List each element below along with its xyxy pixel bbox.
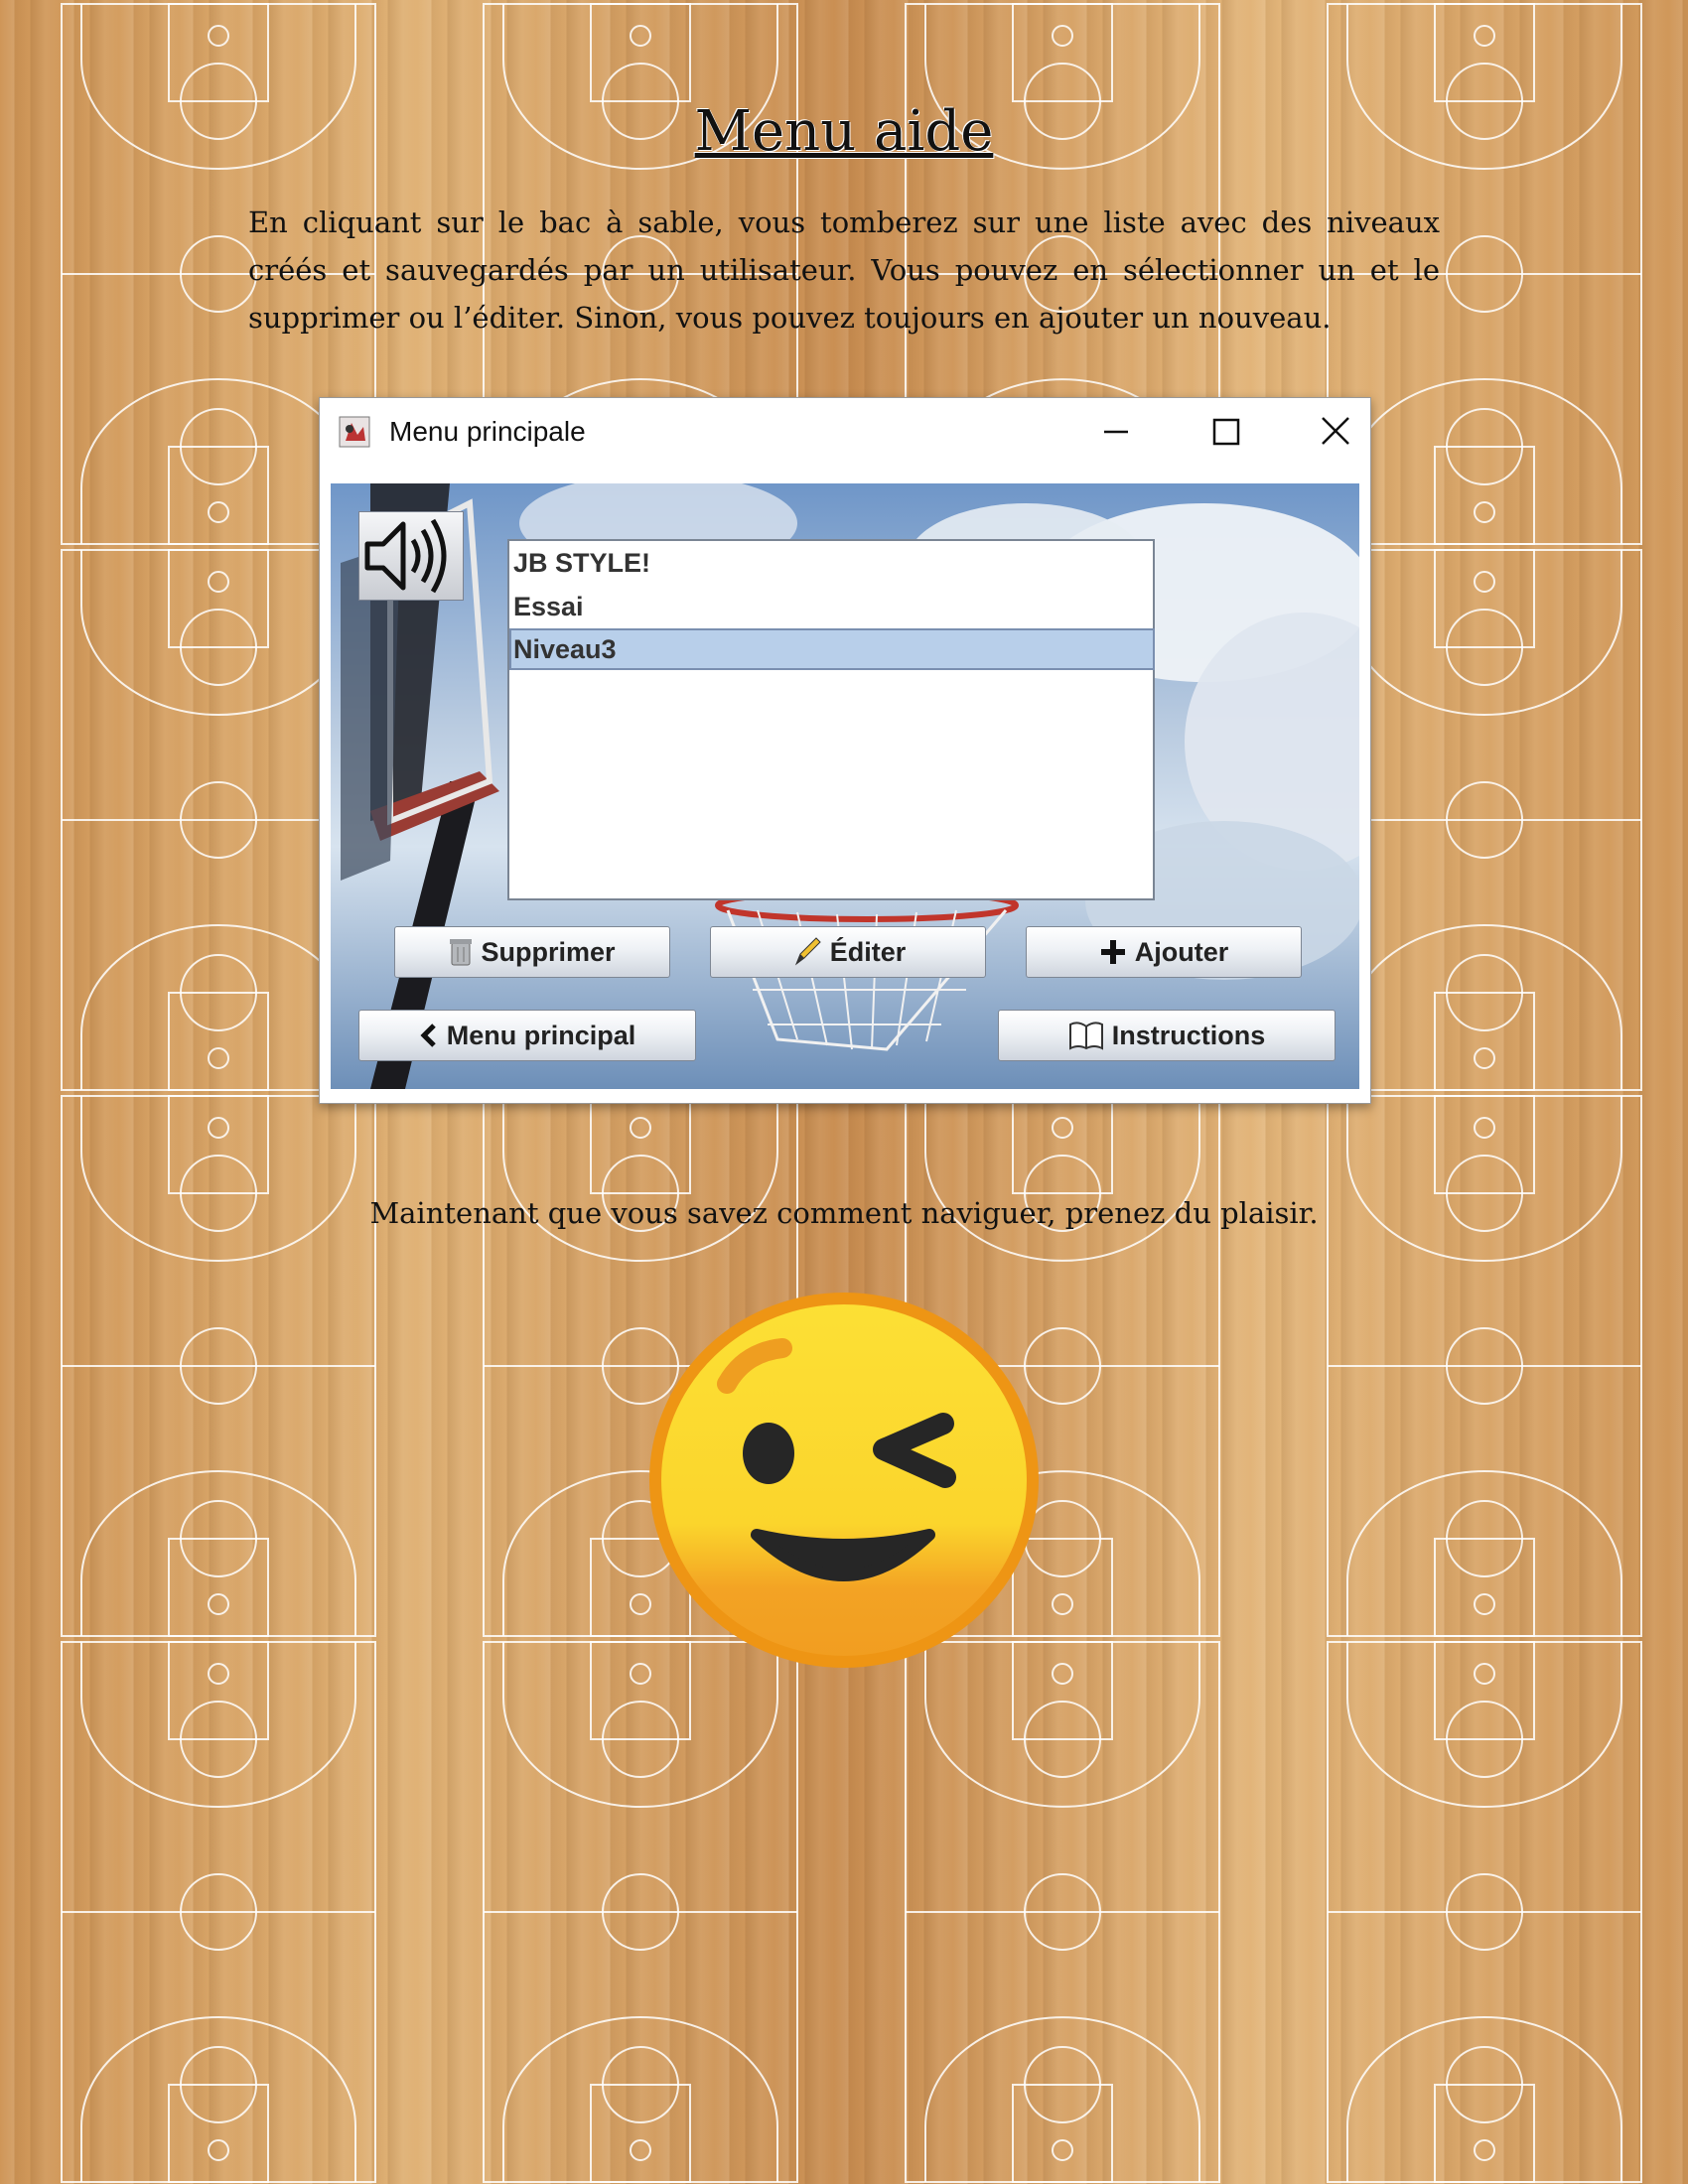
add-button[interactable]: Ajouter <box>1026 926 1302 978</box>
add-button-label: Ajouter <box>1134 936 1229 967</box>
main-menu-button-label: Menu principal <box>446 1020 636 1050</box>
edit-button-label: Éditer <box>829 936 907 967</box>
window-content: JB STYLE! Essai Niveau3 Supprimer Éditer… <box>331 483 1359 1089</box>
window-title: Menu principale <box>389 416 586 447</box>
levels-list[interactable]: JB STYLE! Essai Niveau3 <box>507 539 1155 900</box>
speaker-icon <box>364 518 447 594</box>
list-item[interactable]: JB STYLE! <box>511 543 1151 583</box>
close-button[interactable] <box>1306 406 1365 458</box>
instructions-button[interactable]: Instructions <box>998 1010 1336 1061</box>
list-item[interactable]: Essai <box>511 587 1151 626</box>
app-icon <box>338 415 371 449</box>
close-icon <box>1322 417 1349 445</box>
delete-button[interactable]: Supprimer <box>394 926 670 978</box>
maximize-icon <box>1212 418 1240 446</box>
window-titlebar[interactable]: Menu principale <box>320 398 1370 468</box>
closing-message: Maintenant que vous savez comment navigu… <box>369 1196 1319 1230</box>
page-title: Menu aide <box>694 99 994 164</box>
trash-icon <box>449 937 473 967</box>
winking-face-icon <box>649 1293 1039 1668</box>
delete-button-label: Supprimer <box>481 936 616 967</box>
intro-paragraph: En cliquant sur le bac à sable, vous tom… <box>248 205 1440 335</box>
minimize-button[interactable] <box>1086 406 1146 458</box>
sound-toggle-button[interactable] <box>358 511 464 601</box>
plus-icon <box>1099 938 1127 966</box>
chevron-left-icon <box>419 1023 439 1048</box>
pencil-icon <box>790 936 822 968</box>
instructions-button-label: Instructions <box>1111 1020 1266 1050</box>
maximize-button[interactable] <box>1196 406 1256 458</box>
list-item-selected[interactable]: Niveau3 <box>509 628 1155 670</box>
main-menu-window: Menu principale JB STYLE! Essai Niveau3 … <box>319 397 1371 1104</box>
edit-button[interactable]: Éditer <box>710 926 986 978</box>
main-menu-button[interactable]: Menu principal <box>358 1010 696 1061</box>
book-icon <box>1068 1021 1104 1050</box>
